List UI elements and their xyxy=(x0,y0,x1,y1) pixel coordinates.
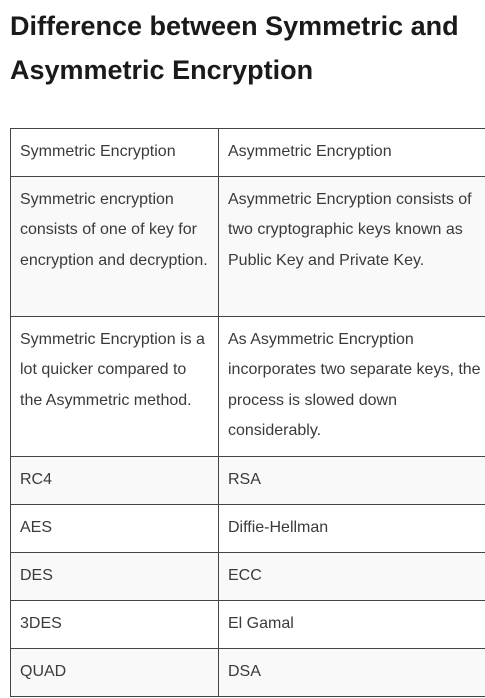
table-cell-symmetric: QUAD xyxy=(10,648,219,697)
table-cell-symmetric: Symmetric Encryption is a lot quicker co… xyxy=(10,316,219,457)
comparison-table: Symmetric Encryption Asymmetric Encrypti… xyxy=(10,128,485,697)
table-row: AES Diffie-Hellman xyxy=(10,504,485,553)
table-row: Symmetric encryption consists of one of … xyxy=(10,176,485,317)
table-cell-asymmetric: DSA xyxy=(218,648,485,697)
table-cell-asymmetric: RSA xyxy=(218,456,485,505)
table-header-cell-asymmetric: Asymmetric Encryption xyxy=(218,128,485,177)
table-cell-symmetric: RC4 xyxy=(10,456,219,505)
table-row: Symmetric Encryption is a lot quicker co… xyxy=(10,316,485,457)
table-row: 3DES El Gamal xyxy=(10,600,485,649)
table-row: DES ECC xyxy=(10,552,485,601)
table-row: QUAD DSA xyxy=(10,648,485,697)
table-cell-symmetric: Symmetric encryption consists of one of … xyxy=(10,176,219,317)
table-cell-asymmetric: El Gamal xyxy=(218,600,485,649)
table-cell-symmetric: AES xyxy=(10,504,219,553)
table-header-cell-symmetric: Symmetric Encryption xyxy=(10,128,219,177)
table-row: RC4 RSA xyxy=(10,456,485,505)
page-title: Difference between Symmetric and Asymmet… xyxy=(10,11,459,85)
comparison-table-container: Symmetric Encryption Asymmetric Encrypti… xyxy=(10,128,485,698)
table-cell-asymmetric: Diffie-Hellman xyxy=(218,504,485,553)
table-cell-asymmetric: As Asymmetric Encryption incorporates tw… xyxy=(218,316,485,457)
table-cell-symmetric: 3DES xyxy=(10,600,219,649)
table-header-row: Symmetric Encryption Asymmetric Encrypti… xyxy=(10,128,485,177)
table-cell-asymmetric: Asymmetric Encryption consists of two cr… xyxy=(218,176,485,317)
table-cell-symmetric: DES xyxy=(10,552,219,601)
table-cell-asymmetric: ECC xyxy=(218,552,485,601)
